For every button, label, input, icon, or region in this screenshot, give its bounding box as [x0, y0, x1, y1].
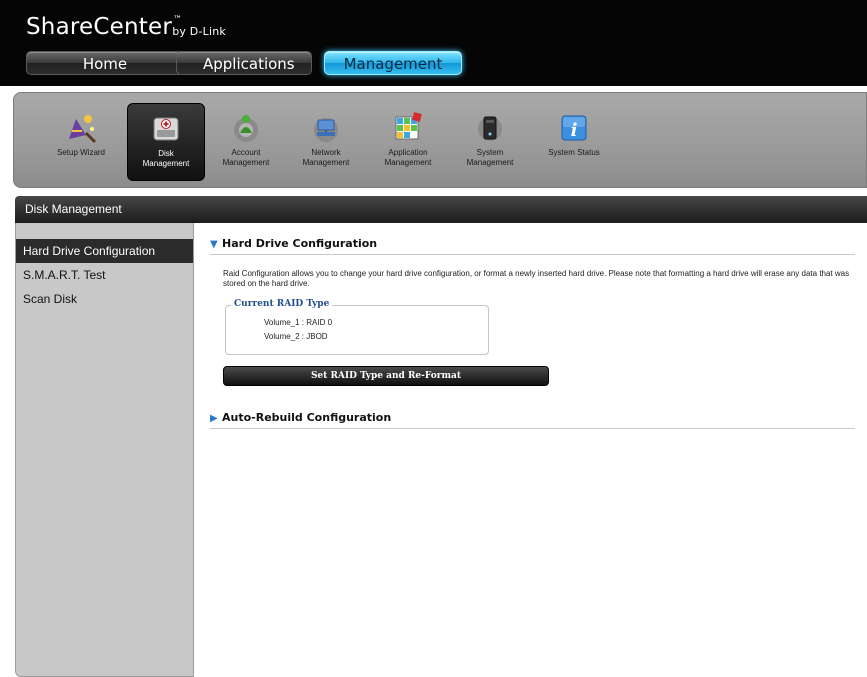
- sharecenter-logo: ShareCenter™by D-Link: [26, 14, 226, 40]
- toolbar-network-management[interactable]: Network Management: [287, 103, 365, 181]
- expanded-arrow-icon: ▼: [210, 239, 218, 250]
- network-icon: [314, 118, 338, 142]
- set-raid-reformat-button[interactable]: Set RAID Type and Re-Format: [223, 366, 549, 386]
- raid-description: Raid Configuration allows you to change …: [223, 269, 850, 288]
- raid-volume-line: Volume_2 : JBOD: [264, 332, 328, 341]
- sidebar-item-scan-disk[interactable]: Scan Disk: [16, 287, 193, 311]
- toolbar-label: System Status: [548, 148, 600, 157]
- toolbar-label: Management: [466, 158, 514, 167]
- toolbar-disk-management[interactable]: Disk Management: [127, 103, 205, 181]
- tab-management[interactable]: Management: [324, 51, 462, 75]
- logo-main: ShareCenter: [26, 14, 172, 40]
- main-content: ▼ Hard Drive Configuration Raid Configura…: [194, 223, 867, 677]
- raid-volume-line: Volume_1 : RAID 0: [264, 318, 333, 327]
- toolbar-label: Disk: [158, 149, 174, 158]
- current-raid-box: Current RAID Type Volume_1 : RAID 0 Volu…: [225, 299, 489, 355]
- account-icon: [234, 115, 258, 142]
- hdc-title: Hard Drive Configuration: [222, 237, 378, 250]
- toolbar-label: Application: [388, 148, 428, 157]
- auto-rebuild-configuration-header[interactable]: ▶ Auto-Rebuild Configuration: [210, 409, 855, 429]
- sidebar-item-hard-drive-configuration[interactable]: Hard Drive Configuration: [16, 239, 193, 263]
- toolbar-label: Management: [222, 158, 270, 167]
- toolbar-label: Management: [142, 159, 190, 168]
- collapsed-arrow-icon: ▶: [210, 413, 218, 424]
- logo-tm: ™: [172, 15, 183, 25]
- tab-applications[interactable]: Applications: [176, 51, 312, 75]
- toolbar-application-management[interactable]: Application Management: [369, 103, 447, 181]
- application-icon: [395, 112, 422, 140]
- disk-icon: [153, 117, 179, 141]
- info-icon: i: [561, 115, 587, 141]
- toolbar-label: System: [476, 148, 504, 157]
- logo-by: by D-Link: [172, 25, 226, 38]
- svg-text:i: i: [571, 120, 578, 141]
- section-title-bar: Disk Management: [15, 196, 867, 223]
- auto-rebuild-title: Auto-Rebuild Configuration: [222, 411, 392, 424]
- top-header: ShareCenter™by D-Link Home Applications …: [0, 0, 867, 86]
- toolbar-system-status[interactable]: i System Status: [535, 103, 613, 181]
- toolbar-account-management[interactable]: Account Management: [207, 103, 285, 181]
- tab-home[interactable]: Home: [26, 51, 184, 75]
- raid-legend: Current RAID Type: [231, 299, 333, 309]
- wizard-icon: [69, 115, 97, 144]
- toolbar-area: Setup Wizard Disk Management Account Man…: [0, 86, 867, 192]
- sidebar: Hard Drive Configuration S.M.A.R.T. Test…: [15, 223, 194, 677]
- section-title: Disk Management: [25, 202, 122, 216]
- toolbar-label: Network: [311, 148, 341, 157]
- sidebar-item-smart-test[interactable]: S.M.A.R.T. Test: [16, 263, 193, 287]
- system-icon: [478, 116, 502, 141]
- toolbar-label: Management: [302, 158, 350, 167]
- toolbar-label: Account: [231, 148, 261, 157]
- toolbar-label: Management: [384, 158, 432, 167]
- management-toolbar: Setup Wizard Disk Management Account Man…: [13, 92, 867, 188]
- toolbar-setup-wizard[interactable]: Setup Wizard: [42, 103, 120, 181]
- hard-drive-configuration-header[interactable]: ▼ Hard Drive Configuration: [210, 235, 855, 255]
- toolbar-system-management[interactable]: System Management: [451, 103, 529, 181]
- toolbar-label: Setup Wizard: [56, 148, 106, 157]
